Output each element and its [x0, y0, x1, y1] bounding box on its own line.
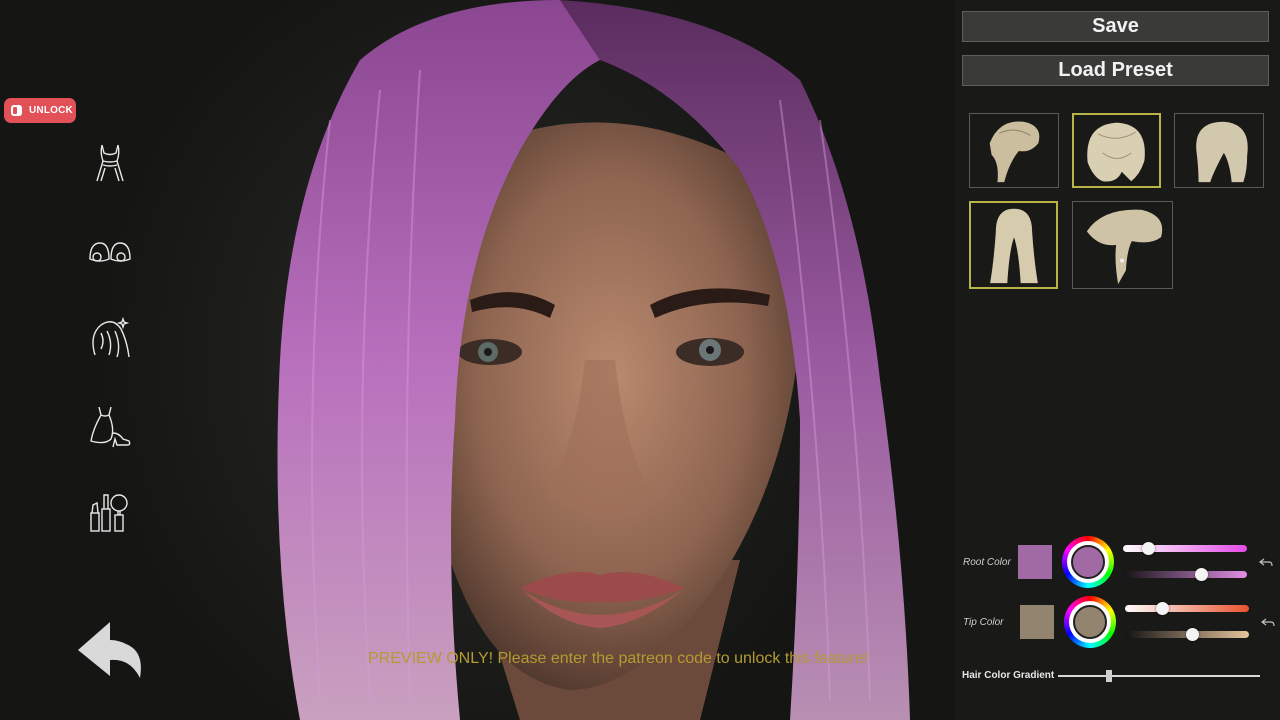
tip-color-wheel[interactable]: [1064, 596, 1116, 648]
hairstyle-option-selected[interactable]: [969, 201, 1058, 289]
tip-color-label: Tip Color: [963, 617, 1004, 628]
eyes-icon[interactable]: [86, 228, 134, 276]
hairstyle-option[interactable]: [1072, 201, 1173, 289]
hair-gradient-label: Hair Color Gradient: [962, 670, 1055, 681]
preview-notice: PREVIEW ONLY! Please enter the patreon c…: [368, 650, 869, 667]
hair-gradient-slider[interactable]: [1058, 670, 1260, 682]
root-color-swatch[interactable]: [1018, 545, 1052, 579]
slider-handle[interactable]: [1185, 628, 1199, 641]
hairstyle-option[interactable]: [1174, 113, 1264, 188]
hairstyle-option-selected[interactable]: [1072, 113, 1161, 188]
tip-color-swatch[interactable]: [1020, 605, 1054, 639]
makeup-icon[interactable]: [86, 488, 134, 536]
character-portrait: [277, 0, 910, 720]
back-arrow-icon[interactable]: [74, 618, 148, 690]
hairstyle-option[interactable]: [969, 113, 1059, 188]
root-saturation-slider[interactable]: [1123, 542, 1247, 555]
tip-color-preview: [1073, 605, 1107, 639]
outfit-icon[interactable]: [86, 140, 134, 188]
load-preset-button[interactable]: Load Preset: [962, 55, 1269, 86]
unlock-button[interactable]: UNLOCK: [4, 98, 76, 123]
character-viewport[interactable]: UNLOCK PREVIEW ONLY! Please enter the pa…: [0, 0, 955, 720]
unlock-label: UNLOCK: [29, 105, 73, 116]
save-button[interactable]: Save: [962, 11, 1269, 42]
tip-brightness-slider[interactable]: [1125, 628, 1249, 641]
slider-handle[interactable]: [1195, 568, 1209, 581]
root-brightness-slider[interactable]: [1123, 568, 1247, 581]
dress-shoes-icon[interactable]: [86, 402, 134, 450]
toggle-icon: [11, 105, 22, 116]
customization-panel: Save Load Preset Root Color Tip Color Ha…: [955, 0, 1280, 720]
root-color-wheel[interactable]: [1062, 536, 1114, 588]
root-color-preview: [1071, 545, 1105, 579]
slider-handle[interactable]: [1105, 670, 1112, 682]
tip-saturation-slider[interactable]: [1125, 602, 1249, 615]
slider-handle[interactable]: [1156, 602, 1170, 615]
root-color-label: Root Color: [963, 557, 1011, 568]
reset-icon[interactable]: [1261, 617, 1275, 629]
slider-handle[interactable]: [1141, 542, 1155, 555]
reset-icon[interactable]: [1259, 557, 1273, 569]
hair-icon[interactable]: [86, 314, 134, 362]
